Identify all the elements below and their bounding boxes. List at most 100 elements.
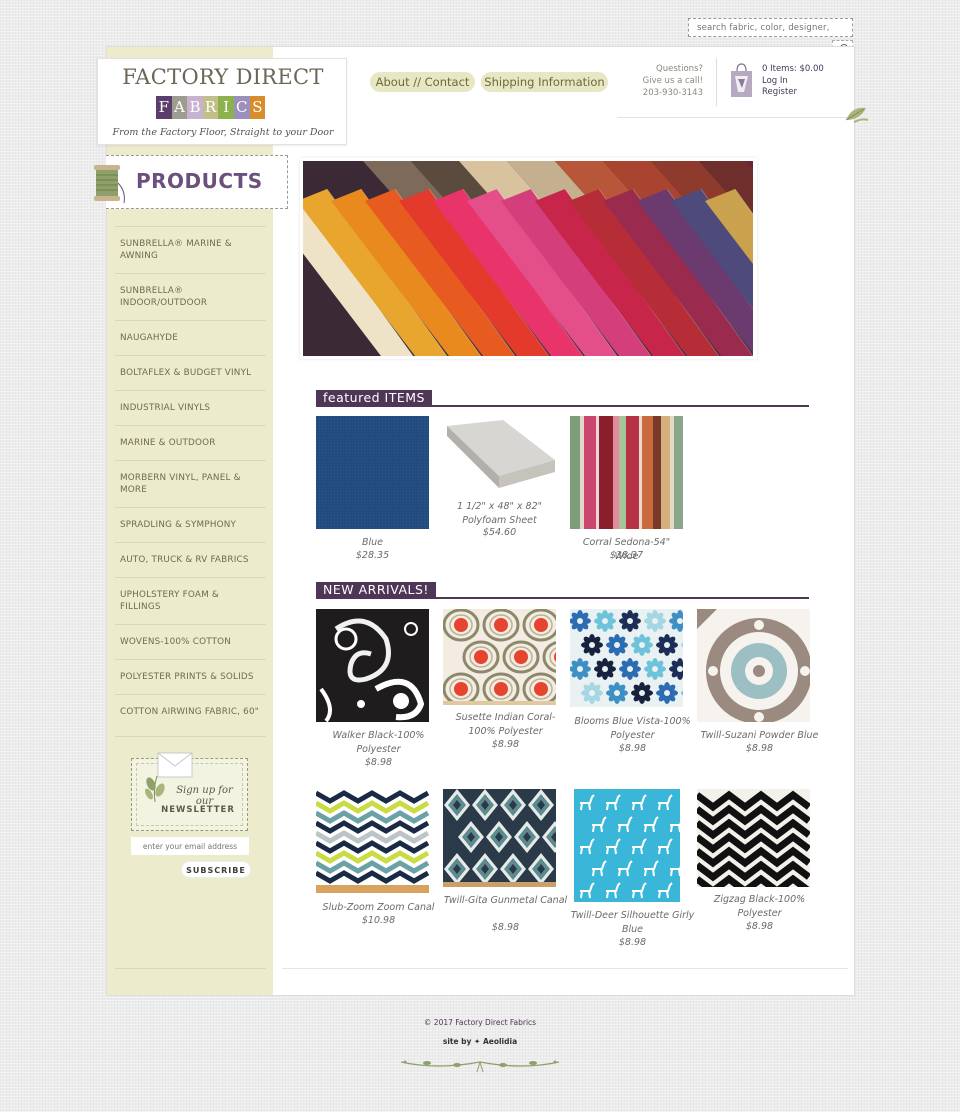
sidebar-category-item[interactable]: WOVENS-100% COTTON — [115, 624, 266, 659]
sidebar-category-item[interactable]: BOLTAFLEX & BUDGET VINYL — [115, 355, 266, 390]
product-name[interactable]: Susette Indian Coral-100% Polyester — [443, 711, 568, 739]
logo-letter: B — [187, 96, 203, 119]
product-image-gita-gunmetal[interactable] — [443, 789, 556, 887]
sidebar-category-item[interactable]: INDUSTRIAL VINYLS — [115, 390, 266, 425]
nav-about-contact[interactable]: About // Contact — [370, 72, 475, 92]
product-image-susette-coral[interactable] — [443, 609, 556, 705]
hero-fabric-image[interactable] — [303, 161, 753, 356]
login-link[interactable]: Log In — [762, 76, 824, 88]
blue-fabric-texture — [316, 416, 429, 529]
deer-pattern — [580, 794, 680, 899]
product-price: $8.98 — [491, 922, 520, 933]
account-links: 0 Items: $0.00 Log In Register — [762, 64, 824, 99]
shopping-bag-icon[interactable] — [729, 62, 754, 98]
contact-call: Give us a call! — [642, 76, 703, 86]
subscribe-button[interactable]: SUBSCRIBE — [181, 861, 251, 878]
logo-letter: A — [171, 96, 188, 119]
logo-letter: R — [202, 96, 219, 119]
contact-info: Questions? Give us a call! 203-930-3143 — [620, 63, 703, 99]
header-rule — [617, 117, 849, 118]
new-arrival-product[interactable]: Twill-Gita Gunmetal Canal $8.98 — [443, 789, 568, 939]
search-input[interactable] — [688, 18, 853, 37]
product-image-walker-black[interactable] — [316, 609, 429, 722]
product-price: $38.37 — [609, 550, 644, 561]
cart-summary[interactable]: 0 Items: $0.00 — [762, 64, 824, 76]
product-name[interactable]: Slub-Zoom Zoom Canal — [316, 901, 441, 915]
featured-items-heading: featured ITEMS — [316, 390, 809, 408]
logo-tagline: From the Factory Floor, Straight to your… — [112, 127, 334, 138]
newsletter-subtitle: NEWSLETTER — [161, 805, 235, 815]
new-arrivals-label: NEW ARRIVALS! — [316, 582, 436, 598]
footer-copyright: © 2017 Factory Direct Fabrics — [423, 1018, 537, 1027]
new-arrival-product[interactable]: Susette Indian Coral-100% Polyester $8.9… — [443, 609, 568, 759]
product-name[interactable]: Twill-Gita Gunmetal Canal — [443, 894, 568, 908]
featured-product[interactable]: Blue $28.35 — [316, 416, 441, 566]
product-name[interactable]: Twill-Deer Silhouette Girly Blue — [570, 909, 695, 937]
featured-product[interactable]: Corral Sedona-54" Wide $38.37 — [570, 416, 695, 566]
product-image-deer-silhouette[interactable] — [574, 789, 680, 902]
sidebar-category-item[interactable]: COTTON AIRWING FABRIC, 60" — [115, 694, 266, 729]
sidebar-category-item[interactable]: SPRADLING & SYMPHONY — [115, 507, 266, 542]
product-name[interactable]: Walker Black-100% Polyester — [316, 729, 441, 757]
product-image-blue[interactable] — [316, 416, 429, 529]
new-arrival-product[interactable]: Zigzag Black-100% Polyester $8.98 — [697, 789, 822, 939]
product-price: $8.98 — [745, 921, 774, 932]
vine-ornament-icon — [400, 1060, 560, 1073]
logo-letter: S — [249, 96, 266, 119]
featured-rule — [316, 405, 809, 407]
logo-letters: FABRICS — [156, 96, 266, 120]
product-price: $8.98 — [618, 743, 647, 754]
logo-letter: F — [156, 96, 172, 119]
logo-letter: C — [233, 96, 250, 119]
new-arrival-product[interactable]: Twill-Suzani Powder Blue $8.98 — [697, 609, 822, 759]
main-bottom-rule — [282, 968, 848, 969]
sidebar-category-item[interactable]: UPHOLSTERY FOAM & FILLINGS — [115, 577, 266, 624]
contact-questions: Questions? — [656, 64, 703, 74]
product-name[interactable]: Twill-Suzani Powder Blue — [697, 729, 822, 743]
nav-shipping-information[interactable]: Shipping Information — [481, 72, 608, 92]
logo-letter: I — [218, 96, 234, 119]
newsletter-title: Sign up for our — [176, 785, 233, 807]
product-image-suzani[interactable] — [697, 609, 810, 722]
product-image-zoom-zoom[interactable] — [316, 789, 429, 893]
product-price: $10.98 — [361, 915, 396, 926]
product-price: $8.98 — [491, 739, 520, 750]
sidebar-bottom-rule — [115, 968, 266, 969]
foam-sheet-illustration — [447, 420, 555, 488]
product-image-foam[interactable] — [443, 416, 556, 496]
new-arrivals-heading: NEW ARRIVALS! — [316, 582, 809, 600]
newsletter-email-input[interactable] — [131, 837, 249, 855]
featured-product[interactable]: 1 1/2" x 48" x 82" Polyfoam Sheet $54.60 — [443, 416, 568, 546]
site-logo[interactable]: FACTORY DIRECT FABRICS From the Factory … — [97, 58, 347, 145]
register-link[interactable]: Register — [762, 87, 824, 99]
leaf-icon — [845, 107, 869, 123]
product-image-blooms-blue[interactable] — [570, 609, 683, 707]
footer-site-by[interactable]: site by ✦ Aeolidia — [430, 1037, 530, 1046]
product-image-corral-sedona[interactable] — [570, 416, 683, 529]
sidebar-category-item[interactable]: MORBERN VINYL, PANEL & MORE — [115, 460, 266, 507]
product-image-zigzag-black[interactable] — [697, 789, 810, 887]
sidebar-category-item[interactable]: AUTO, TRUCK & RV FABRICS — [115, 542, 266, 577]
category-divider — [115, 736, 266, 737]
sidebar-category-item[interactable]: SUNBRELLA® INDOOR/OUTDOOR — [115, 273, 266, 320]
product-name[interactable]: 1 1/2" x 48" x 82" Polyfoam Sheet — [443, 500, 556, 528]
new-arrival-product[interactable]: Slub-Zoom Zoom Canal $10.98 — [316, 789, 441, 939]
product-name[interactable]: Blue — [316, 536, 429, 550]
contact-phone[interactable]: 203-930-3143 — [620, 87, 703, 99]
product-name[interactable]: Blooms Blue Vista-100% Polyester — [570, 715, 695, 743]
products-heading: PRODUCTS — [136, 169, 263, 193]
product-price: $54.60 — [482, 527, 517, 538]
new-arrival-product[interactable]: Twill-Deer Silhouette Girly Blue $8.98 — [570, 789, 695, 954]
sidebar-category-item[interactable]: SUNBRELLA® MARINE & AWNING — [115, 226, 266, 273]
sidebar-category-item[interactable]: NAUGAHYDE — [115, 320, 266, 355]
floral-pattern — [570, 610, 683, 704]
sidebar-category-item[interactable]: POLYESTER PRINTS & SOLIDS — [115, 659, 266, 694]
new-arrival-product[interactable]: Walker Black-100% Polyester $8.98 — [316, 609, 441, 774]
ogee-dot-pattern — [443, 609, 556, 705]
product-name[interactable]: Zigzag Black-100% Polyester — [697, 893, 822, 921]
sprig-icon — [145, 775, 165, 803]
product-price: $8.98 — [745, 743, 774, 754]
new-arrival-product[interactable]: Blooms Blue Vista-100% Polyester $8.98 — [570, 609, 695, 759]
sidebar-category-item[interactable]: MARINE & OUTDOOR — [115, 425, 266, 460]
featured-items-label: featured ITEMS — [316, 390, 432, 406]
